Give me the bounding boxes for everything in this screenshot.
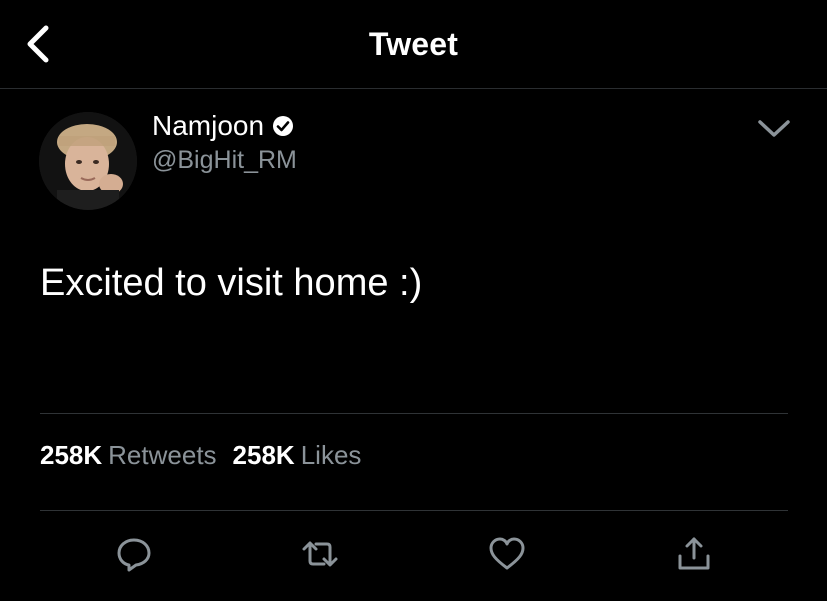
retweets-count[interactable]: 258K [40, 440, 102, 470]
like-button[interactable] [487, 534, 527, 574]
page-title: Tweet [368, 26, 459, 62]
likes-count[interactable]: 258K [233, 440, 295, 470]
author-name: Namjoon [152, 110, 265, 141]
tweet-stats: 258K Retweets 258K Likes [40, 440, 377, 471]
tweet-text: Excited to visit home :) [40, 262, 423, 304]
share-icon [678, 537, 710, 570]
author-name-row[interactable]: Namjoon [152, 110, 294, 142]
retweet-button[interactable] [300, 534, 340, 574]
divider [40, 413, 788, 414]
more-options-button[interactable] [754, 114, 794, 144]
author-handle[interactable]: @BigHit_RM [152, 146, 297, 175]
like-icon [489, 537, 525, 570]
reply-button[interactable] [114, 534, 154, 574]
verified-badge-icon [273, 116, 294, 136]
divider [40, 510, 788, 511]
retweet-icon [302, 541, 338, 567]
likes-label[interactable]: Likes [301, 440, 362, 470]
chevron-down-icon [758, 120, 790, 137]
reply-icon [117, 538, 151, 572]
avatar[interactable] [39, 112, 137, 210]
avatar-image [39, 112, 137, 210]
share-button[interactable] [674, 534, 714, 574]
retweets-label[interactable]: Retweets [108, 440, 216, 470]
top-bar: Tweet [0, 0, 827, 89]
